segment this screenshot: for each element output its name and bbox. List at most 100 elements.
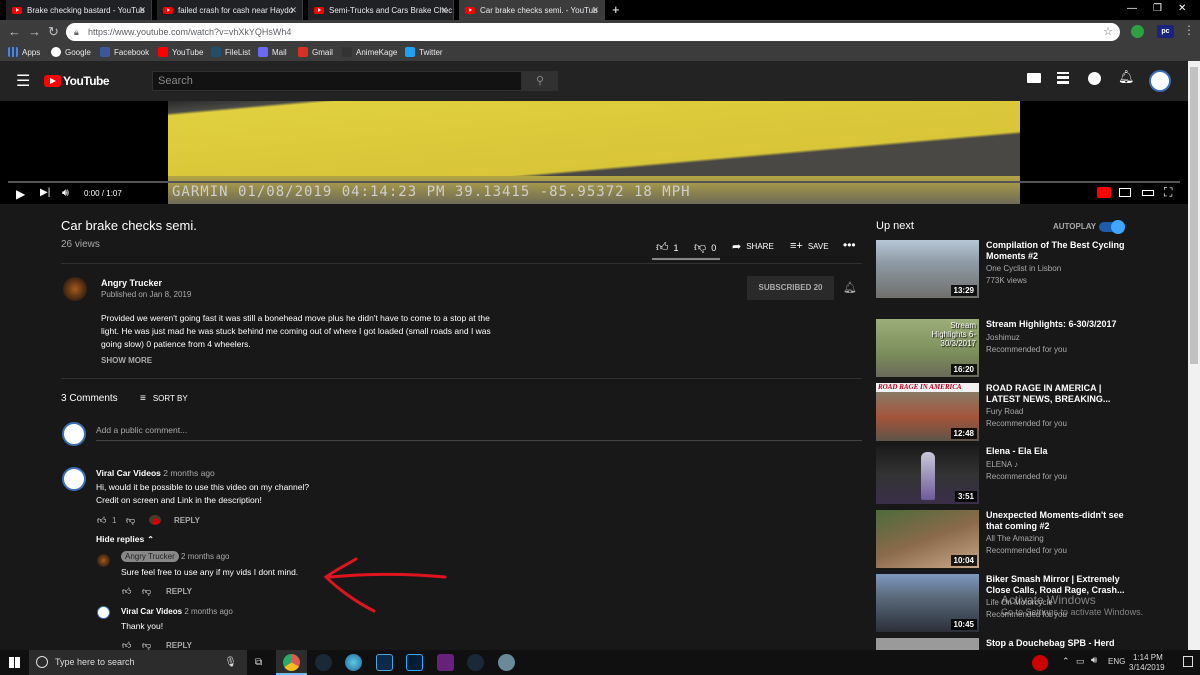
tab-close-icon[interactable]: ✕ xyxy=(591,5,599,16)
comment-author[interactable]: Viral Car Videos xyxy=(96,468,161,478)
visual-studio-icon[interactable] xyxy=(437,654,454,671)
up-next-video[interactable]: 13:29 Compilation of The Best Cycling Mo… xyxy=(876,240,1136,300)
video-progress-bar[interactable] xyxy=(8,181,1180,183)
forward-icon[interactable]: → xyxy=(28,24,41,39)
task-view-icon[interactable]: ⧉ xyxy=(255,657,262,668)
add-comment-input[interactable]: Add a public comment... xyxy=(96,425,187,435)
comment-like-icon[interactable]: 👍︎ xyxy=(122,586,131,597)
up-next-video[interactable]: ROAD RAGE IN AMERICA 12:48 ROAD RAGE IN … xyxy=(876,383,1136,443)
video-title[interactable]: Stream Highlights: 6-30/3/2017 xyxy=(986,319,1131,330)
autoplay-toggle[interactable] xyxy=(1099,220,1125,234)
commenter-avatar[interactable] xyxy=(97,554,110,567)
clock-date[interactable]: 3/14/2019 xyxy=(1129,663,1165,672)
extension-icon[interactable] xyxy=(1131,25,1144,38)
tab-close-icon[interactable]: ✕ xyxy=(138,5,146,16)
steam-icon-2[interactable] xyxy=(467,654,484,671)
reply-button[interactable]: REPLY xyxy=(166,641,192,650)
next-icon[interactable]: ▶| xyxy=(40,187,50,198)
youtube-logo[interactable]: YouTube xyxy=(44,74,110,88)
comment-author[interactable]: Viral Car Videos xyxy=(121,607,182,616)
language-indicator[interactable]: ENG xyxy=(1108,657,1125,666)
avatar[interactable] xyxy=(1149,70,1171,92)
commenter-avatar[interactable] xyxy=(62,467,86,491)
like-button[interactable]: 👍︎ 1 xyxy=(656,240,679,255)
sort-by-button[interactable]: ≡ SORT BY xyxy=(140,393,188,404)
bookmark-google[interactable]: Google xyxy=(51,47,91,57)
bookmark-facebook[interactable]: Facebook xyxy=(100,47,149,57)
comment-like-icon[interactable]: 👍︎ xyxy=(97,515,106,526)
subscribed-button[interactable]: SUBSCRIBED 20 xyxy=(747,276,834,300)
channel-avatar[interactable] xyxy=(63,277,87,301)
new-tab-icon[interactable]: + xyxy=(612,2,620,17)
tab-close-icon[interactable]: ✕ xyxy=(440,5,448,16)
search-button[interactable]: ⚲ xyxy=(522,71,558,91)
bookmark-star-icon[interactable]: ☆ xyxy=(1103,23,1113,41)
video-thumbnail[interactable]: 3:51 xyxy=(876,446,979,504)
app-icon[interactable] xyxy=(498,654,515,671)
taskbar-search-input[interactable]: Type here to search 🎙︎ xyxy=(29,650,247,675)
search-input[interactable]: Search xyxy=(152,71,522,91)
save-button[interactable]: ≡+ SAVE xyxy=(790,240,829,252)
volume-icon[interactable]: 🔊︎ xyxy=(62,187,69,200)
restore-icon[interactable]: ❐ xyxy=(1153,3,1162,14)
up-next-video[interactable]: 10:04 Unexpected Moments-didn't see that… xyxy=(876,510,1136,570)
play-icon[interactable]: ▶ xyxy=(16,187,25,201)
network-icon[interactable]: ▭ xyxy=(1076,656,1085,667)
video-thumbnail[interactable]: 10:45 xyxy=(876,574,979,632)
comment-time[interactable]: 2 months ago xyxy=(163,468,215,478)
video-title[interactable]: Stop a Douchebag SPB - Herd xyxy=(986,638,1115,648)
share-button[interactable]: ➦ SHARE xyxy=(732,240,774,253)
bookmark-apps[interactable]: Apps xyxy=(8,47,40,57)
app-globe-icon[interactable] xyxy=(345,654,362,671)
notifications-bell-icon[interactable]: 🔔︎ xyxy=(1118,69,1135,85)
vegas-icon[interactable] xyxy=(376,654,393,671)
bookmark-twitter[interactable]: Twitter xyxy=(405,47,443,57)
video-thumbnail[interactable]: 13:29 xyxy=(876,240,979,298)
bookmark-animekage[interactable]: AnimeKage xyxy=(342,47,397,57)
back-icon[interactable]: ← xyxy=(8,24,21,39)
action-center-icon[interactable] xyxy=(1183,656,1193,667)
bookmark-mail[interactable]: Mail xyxy=(258,47,287,57)
video-thumbnail[interactable]: ROAD RAGE IN AMERICA 12:48 xyxy=(876,383,979,441)
url-field[interactable]: 🔒︎ https://www.youtube.com/watch?v=vhXkY… xyxy=(66,23,1120,41)
video-title[interactable]: Unexpected Moments-didn't see that comin… xyxy=(986,510,1131,532)
microphone-icon[interactable]: 🎙︎ xyxy=(224,650,237,675)
steam-icon[interactable] xyxy=(315,654,332,671)
browser-tab[interactable]: Brake checking bastard - YouTub ✕ xyxy=(6,0,152,20)
miniplayer-icon[interactable] xyxy=(1119,188,1131,197)
comment-time[interactable]: 2 months ago xyxy=(184,607,232,616)
video-thumbnail[interactable]: 10:04 xyxy=(876,510,979,568)
browser-tab-active[interactable]: Car brake checks semi. - YouTub ✕ xyxy=(459,0,605,20)
more-actions-icon[interactable]: ••• xyxy=(843,238,856,252)
extension-pc-icon[interactable]: pc xyxy=(1157,25,1174,38)
browser-tab[interactable]: Semi-Trucks and Cars Brake Chec ✕ xyxy=(308,0,454,20)
hamburger-menu-icon[interactable]: ☰ xyxy=(16,71,30,91)
show-more-button[interactable]: SHOW MORE xyxy=(101,356,152,365)
minimize-icon[interactable]: — xyxy=(1127,3,1137,14)
video-thumbnail[interactable]: Stream Highlights 6-30/3/2017 16:20 xyxy=(876,319,979,377)
video-title[interactable]: Elena - Ela Ela xyxy=(986,446,1131,457)
dislike-button[interactable]: 👎︎ 0 xyxy=(694,240,716,255)
notification-bell-icon[interactable]: 🔔︎ xyxy=(843,281,857,294)
close-window-icon[interactable]: ✕ xyxy=(1178,3,1186,14)
browser-tab[interactable]: failed crash for cash near Haydo ✕ xyxy=(157,0,303,20)
up-next-video[interactable]: Stream Highlights 6-30/3/2017 16:20 Stre… xyxy=(876,319,1136,379)
creator-badge-author[interactable]: Angry Trucker xyxy=(121,551,179,562)
up-next-video[interactable]: 3:51 Elena - Ela Ela ELENA ♪ Recommended… xyxy=(876,446,1136,506)
messages-icon[interactable] xyxy=(1088,72,1101,85)
windows-start-icon[interactable] xyxy=(9,657,20,668)
reload-icon[interactable]: ↻ xyxy=(48,24,59,40)
clock-time[interactable]: 1:14 PM xyxy=(1133,653,1163,662)
hide-replies-button[interactable]: Hide replies ⌃ xyxy=(96,534,154,544)
bookmark-youtube[interactable]: YouTube xyxy=(158,47,203,57)
create-video-icon[interactable] xyxy=(1027,73,1041,83)
commenter-avatar[interactable] xyxy=(97,606,110,619)
fullscreen-icon[interactable]: ⛶ xyxy=(1164,185,1172,200)
video-thumbnail[interactable] xyxy=(876,638,979,650)
tray-expand-icon[interactable]: ⌃ xyxy=(1062,656,1070,667)
tab-close-icon[interactable]: ✕ xyxy=(289,5,297,16)
comment-dislike-icon[interactable]: 👎︎ xyxy=(142,586,151,597)
channel-name[interactable]: Angry Trucker xyxy=(101,278,162,288)
video-title[interactable]: Compilation of The Best Cycling Moments … xyxy=(986,240,1131,262)
comment-dislike-icon[interactable]: 👎︎ xyxy=(126,515,135,526)
